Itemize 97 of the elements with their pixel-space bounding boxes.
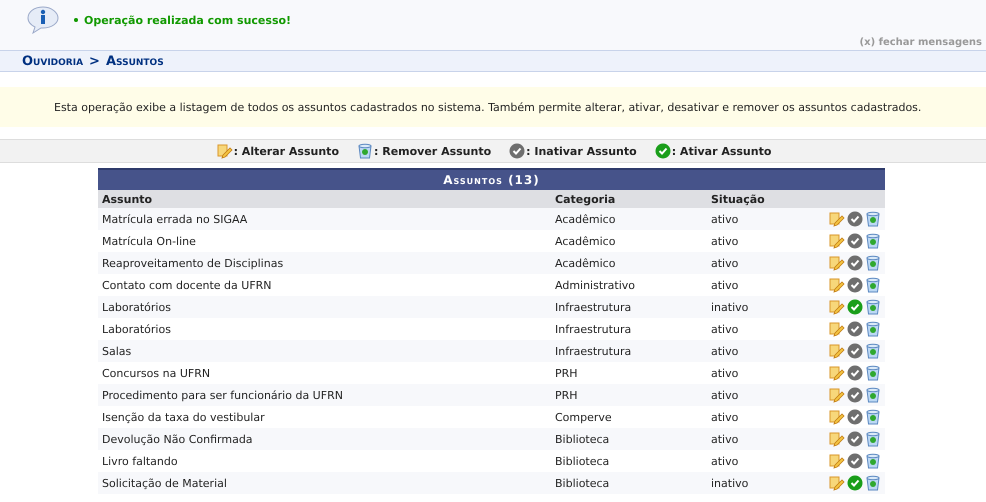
check-circle-icon[interactable] — [847, 299, 863, 315]
check-circle-icon[interactable] — [847, 387, 863, 403]
table-cell: Laboratórios — [98, 318, 551, 340]
table-cell: Biblioteca — [551, 472, 707, 494]
table-cell: ativo — [707, 208, 798, 230]
table-cell: Comperve — [551, 406, 707, 428]
note-pencil-icon[interactable] — [829, 277, 845, 293]
note-pencil-icon[interactable] — [829, 387, 845, 403]
check-circle-icon[interactable] — [847, 277, 863, 293]
table-cell: Contato com docente da UFRN — [98, 274, 551, 296]
check-circle-icon[interactable] — [847, 431, 863, 447]
note-pencil-icon[interactable] — [829, 299, 845, 315]
info-icon — [26, 5, 60, 35]
table-cell: ativo — [707, 428, 798, 450]
table-cell: Administrativo — [551, 274, 707, 296]
note-pencil-icon[interactable] — [829, 453, 845, 469]
table-cell: ativo — [707, 340, 798, 362]
trash-can-icon[interactable] — [865, 475, 881, 491]
trash-can-icon[interactable] — [865, 343, 881, 359]
breadcrumb-text: Assuntos — [106, 54, 164, 68]
trash-can-icon[interactable] — [865, 365, 881, 381]
table-cell: Infraestrutura — [551, 340, 707, 362]
trash-can-icon[interactable] — [865, 299, 881, 315]
success-message: Operação realizada com sucesso! — [74, 14, 292, 26]
table-cell: Infraestrutura — [551, 318, 707, 340]
note-pencil-icon[interactable] — [216, 143, 233, 159]
check-circle-icon[interactable] — [847, 453, 863, 469]
note-pencil-icon[interactable] — [829, 233, 845, 249]
trash-can-icon[interactable] — [865, 453, 881, 469]
table-cell: ativo — [707, 450, 798, 472]
trash-can-icon[interactable] — [357, 143, 373, 159]
table-cell: ativo — [707, 318, 798, 340]
breadcrumb-text: Ouvidoria — [22, 54, 84, 68]
check-circle-icon[interactable] — [847, 475, 863, 491]
table-cell: Livro faltando — [98, 450, 551, 472]
table-cell: ativo — [707, 362, 798, 384]
table-cell: PRH — [551, 384, 707, 406]
breadcrumb-text: > — [89, 54, 100, 68]
legend-label: : Alterar Assunto — [234, 144, 339, 158]
table-cell: ativo — [707, 252, 798, 274]
check-circle-icon[interactable] — [847, 365, 863, 381]
note-pencil-icon[interactable] — [829, 343, 845, 359]
check-circle-icon[interactable] — [847, 255, 863, 271]
note-pencil-icon[interactable] — [829, 431, 845, 447]
table-cell: Matrícula errada no SIGAA — [98, 208, 551, 230]
table-cell: Reaproveitamento de Disciplinas — [98, 252, 551, 274]
table-cell: Laboratórios — [98, 296, 551, 318]
table-caption: Assuntos (13) — [98, 168, 885, 190]
note-pencil-icon[interactable] — [829, 409, 845, 425]
note-pencil-icon[interactable] — [829, 211, 845, 227]
trash-can-icon[interactable] — [865, 431, 881, 447]
legend-label: : Ativar Assunto — [672, 144, 772, 158]
table-cell: Infraestrutura — [551, 296, 707, 318]
table-cell: Acadêmico — [551, 208, 707, 230]
trash-can-icon[interactable] — [865, 255, 881, 271]
table-cell: Procedimento para ser funcionário da UFRN — [98, 384, 551, 406]
table-cell: Biblioteca — [551, 428, 707, 450]
table-cell: ativo — [707, 230, 798, 252]
table-cell: Matrícula On-line — [98, 230, 551, 252]
check-circle-icon[interactable] — [847, 409, 863, 425]
table-cell: Acadêmico — [551, 252, 707, 274]
trash-can-icon[interactable] — [865, 211, 881, 227]
check-circle-icon[interactable] — [509, 143, 526, 159]
check-circle-icon[interactable] — [847, 321, 863, 337]
table-cell: ativo — [707, 406, 798, 428]
table-cell: ativo — [707, 274, 798, 296]
table-cell: Concursos na UFRN — [98, 362, 551, 384]
trash-can-icon[interactable] — [865, 387, 881, 403]
legend-label: : Remover Assunto — [374, 144, 492, 158]
legend-label: : Inativar Assunto — [526, 144, 637, 158]
trash-can-icon[interactable] — [865, 233, 881, 249]
note-pencil-icon[interactable] — [829, 321, 845, 337]
note-pencil-icon[interactable] — [829, 365, 845, 381]
table-cell: ativo — [707, 384, 798, 406]
table-cell: Acadêmico — [551, 230, 707, 252]
table-cell: Isenção da taxa do vestibular — [98, 406, 551, 428]
table-cell: inativo — [707, 296, 798, 318]
table-cell: Devolução Não Confirmada — [98, 428, 551, 450]
check-circle-icon[interactable] — [654, 143, 671, 159]
column-header: Assunto — [98, 190, 551, 208]
trash-can-icon[interactable] — [865, 409, 881, 425]
table-cell: inativo — [707, 472, 798, 494]
column-header: Categoria — [551, 190, 707, 208]
trash-can-icon[interactable] — [865, 321, 881, 337]
close-messages-link[interactable]: (x) fechar mensagens — [860, 37, 982, 48]
check-circle-icon[interactable] — [847, 343, 863, 359]
check-circle-icon[interactable] — [847, 233, 863, 249]
table-cell: Salas — [98, 340, 551, 362]
note-pencil-icon[interactable] — [829, 255, 845, 271]
table-cell: Biblioteca — [551, 450, 707, 472]
table-cell: PRH — [551, 362, 707, 384]
table-cell: Solicitação de Material — [98, 472, 551, 494]
note-pencil-icon[interactable] — [829, 475, 845, 491]
column-header: Situação — [707, 190, 798, 208]
description-text: Esta operação exibe a listagem de todos os assuntos cadastrados no sistema. Também permite alterar, ativar, desativar e remover os assuntos cadastrados. — [54, 100, 922, 114]
check-circle-icon[interactable] — [847, 211, 863, 227]
trash-can-icon[interactable] — [865, 277, 881, 293]
